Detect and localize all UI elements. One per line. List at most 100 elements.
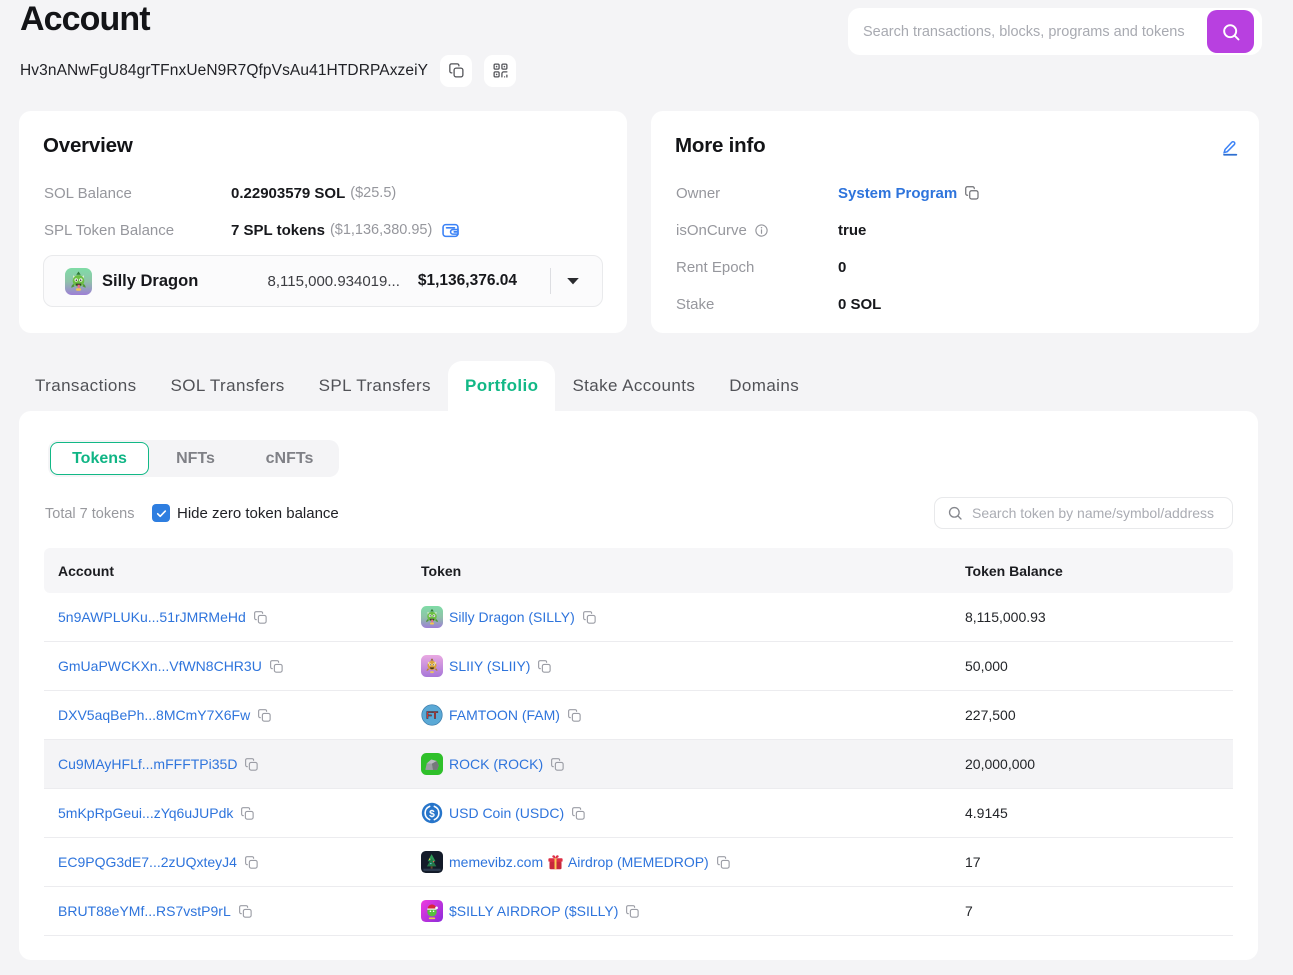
more-info-card: More info Owner System Program isOnCurve t…: [651, 111, 1259, 333]
token-search-bar: [934, 497, 1233, 529]
copy-token-button[interactable]: [537, 659, 552, 674]
token-link[interactable]: Silly Dragon (SILLY): [449, 609, 575, 625]
table-row: 5mKpRpGeui...zYq6uJUPdk $ USD Coin (USDC…: [44, 789, 1233, 838]
sol-balance-label: SOL Balance: [44, 184, 132, 202]
top-search-input[interactable]: [863, 8, 1203, 55]
copy-token-button[interactable]: [567, 708, 582, 723]
token-table: Account Token Token Balance 5n9AWPLUKu..…: [44, 548, 1233, 936]
hide-zero-balance-toggle[interactable]: Hide zero token balance: [152, 504, 339, 522]
svg-text:$: $: [429, 809, 435, 820]
token-balance: 50,000: [965, 658, 1008, 674]
token-balance: 4.9145: [965, 805, 1008, 821]
more-info-title: More info: [675, 134, 766, 157]
copy-icon: [257, 708, 272, 723]
token-link[interactable]: memevibz.com Airdrop (MEMEDROP): [449, 854, 709, 871]
copy-token-button[interactable]: [571, 806, 586, 821]
header-token: Token: [421, 562, 462, 579]
copy-owner-button[interactable]: [964, 185, 980, 201]
token-icon-rock: [421, 753, 443, 775]
account-link[interactable]: 5n9AWPLUKu...51rJMRMeHd: [58, 609, 246, 625]
more-info-row: Owner System Program: [676, 183, 979, 203]
subtab-cnfts[interactable]: cNFTs: [242, 442, 337, 475]
copy-icon: [550, 757, 565, 772]
copy-icon: [571, 806, 586, 821]
token-icon-ssilly: [421, 900, 443, 922]
tab-spl-transfers[interactable]: SPL Transfers: [302, 361, 448, 411]
tab-portfolio[interactable]: Portfolio: [447, 361, 556, 411]
qr-code-button[interactable]: [484, 54, 517, 87]
account-link[interactable]: Cu9MAyHFLf...mFFFTPi35D: [58, 756, 237, 772]
total-tokens-text: Total 7 tokens: [45, 506, 135, 522]
address-row: Hv3nANwFgU84grTFnxUeN9R7QfpVsAu41HTDRPAx…: [20, 54, 517, 87]
token-balance: 227,500: [965, 707, 1016, 723]
copy-token-button[interactable]: [582, 610, 597, 625]
tab-sol-transfers[interactable]: SOL Transfers: [154, 361, 302, 411]
search-icon: [1221, 22, 1241, 42]
wallet-icon[interactable]: [441, 221, 460, 240]
token-link[interactable]: SLIIY (SLIIY): [449, 658, 530, 674]
account-link[interactable]: GmUaPWCKXn...VfWN8CHR3U: [58, 658, 262, 674]
token-link[interactable]: USD Coin (USDC): [449, 805, 564, 821]
table-row: DXV5aqBePh...8MCmY7X6Fw FT FAMTOON (FAM)…: [44, 691, 1233, 740]
portfolio-panel: Tokens NFTs cNFTs Total 7 tokens Hide zero…: [19, 411, 1258, 960]
qr-code-icon: [492, 62, 509, 79]
token-selector[interactable]: Silly Dragon 8,115,000.934019... $1,136,…: [43, 255, 603, 307]
account-link[interactable]: EC9PQG3dE7...2zUQxteyJ4: [58, 854, 237, 870]
info-value: true: [838, 221, 867, 239]
token-balance: 17: [965, 854, 981, 870]
table-row: Cu9MAyHFLf...mFFFTPi35D ROCK (ROCK) 20,0…: [44, 740, 1233, 789]
divider: [550, 268, 551, 294]
token-link[interactable]: $SILLY AIRDROP ($SILLY): [449, 903, 618, 919]
copy-icon: [716, 855, 731, 870]
token-icon-famtoon: FT: [421, 704, 443, 726]
spl-balance-value: 7 SPL tokens: [231, 221, 325, 239]
selected-token-usd: $1,136,376.04: [417, 272, 517, 289]
copy-icon: [582, 610, 597, 625]
checkbox-checked-icon[interactable]: [152, 504, 170, 522]
tab-stake-accounts[interactable]: Stake Accounts: [555, 361, 712, 411]
chevron-down-icon: [566, 277, 580, 285]
account-link[interactable]: 5mKpRpGeui...zYq6uJUPdk: [58, 805, 233, 821]
copy-icon: [240, 806, 255, 821]
copy-token-button[interactable]: [716, 855, 731, 870]
account-link[interactable]: DXV5aqBePh...8MCmY7X6Fw: [58, 707, 250, 723]
copy-account-button[interactable]: [253, 610, 268, 625]
tab-transactions[interactable]: Transactions: [19, 361, 154, 411]
info-value: 0: [838, 258, 847, 276]
portfolio-subtabs: Tokens NFTs cNFTs: [48, 440, 339, 477]
copy-account-button[interactable]: [257, 708, 272, 723]
selected-token-amount: 8,115,000.934019...: [267, 272, 400, 290]
owner-link[interactable]: System Program: [838, 185, 957, 202]
pencil-icon: [1221, 139, 1239, 157]
table-row: BRUT88eYMf...RS7vstP9rL $SILLY AIRDROP (…: [44, 887, 1233, 936]
tab-domains[interactable]: Domains: [712, 361, 816, 411]
copy-token-button[interactable]: [550, 757, 565, 772]
top-search-button[interactable]: [1207, 10, 1254, 53]
copy-icon: [244, 757, 259, 772]
copy-account-button[interactable]: [238, 904, 253, 919]
edit-button[interactable]: [1221, 139, 1239, 157]
more-info-row: Rent Epoch 0: [676, 257, 846, 277]
copy-token-button[interactable]: [625, 904, 640, 919]
token-link[interactable]: ROCK (ROCK): [449, 756, 543, 772]
header-account: Account: [58, 562, 114, 579]
overview-card: Overview SOL Balance 0.22903579 SOL ($25…: [19, 111, 627, 333]
subtab-tokens[interactable]: Tokens: [50, 442, 149, 475]
copy-account-button[interactable]: [244, 757, 259, 772]
copy-account-button[interactable]: [244, 855, 259, 870]
copy-icon: [238, 904, 253, 919]
info-icon[interactable]: [754, 223, 769, 238]
tab-bar: Transactions SOL Transfers SPL Transfers Po…: [19, 361, 816, 411]
table-row: EC9PQG3dE7...2zUQxteyJ4 memevibz.com Air…: [44, 838, 1233, 887]
copy-address-button[interactable]: [440, 54, 473, 87]
info-label: Owner: [676, 184, 721, 202]
token-link[interactable]: FAMTOON (FAM): [449, 707, 560, 723]
token-search-input[interactable]: [972, 505, 1227, 521]
selected-token-name: Silly Dragon: [102, 271, 199, 290]
copy-account-button[interactable]: [269, 659, 284, 674]
subtab-nfts[interactable]: NFTs: [149, 442, 242, 475]
copy-icon: [253, 610, 268, 625]
copy-account-button[interactable]: [240, 806, 255, 821]
account-link[interactable]: BRUT88eYMf...RS7vstP9rL: [58, 903, 231, 919]
table-row: GmUaPWCKXn...VfWN8CHR3U SLIIY (SLIIY) 50…: [44, 642, 1233, 691]
